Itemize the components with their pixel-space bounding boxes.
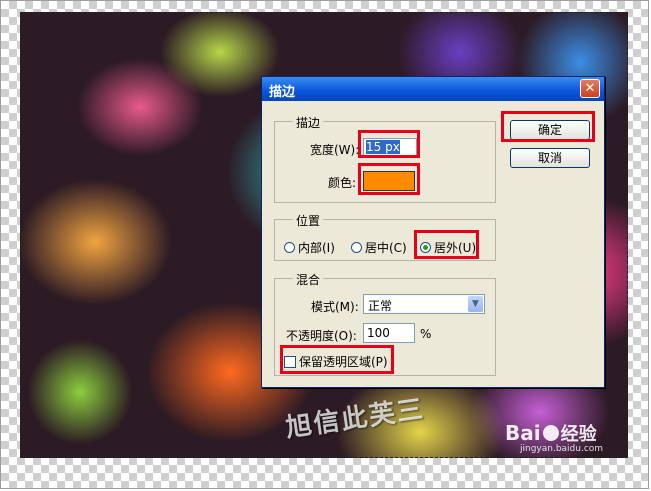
highlight-width-input bbox=[358, 130, 420, 158]
width-label: 宽度(W): bbox=[310, 143, 360, 157]
dialog-title-bar[interactable]: 描边 ✕ bbox=[262, 77, 604, 101]
brand-url: jingyan.baidu.com bbox=[520, 444, 604, 454]
cancel-button-label: 取消 bbox=[537, 151, 562, 165]
brand-text-right: 经验 bbox=[560, 424, 597, 445]
blending-group-title: 混合 bbox=[293, 271, 324, 288]
opacity-input[interactable]: 100 bbox=[363, 323, 415, 343]
dialog-title: 描边 bbox=[269, 85, 296, 100]
radio-inside[interactable]: 内部(I) bbox=[284, 239, 335, 256]
paw-icon bbox=[542, 425, 559, 441]
mode-label: 模式(M): bbox=[311, 300, 359, 314]
close-button[interactable]: ✕ bbox=[580, 79, 600, 98]
radio-center[interactable]: 居中(C) bbox=[351, 239, 407, 256]
mode-select[interactable]: 正常 ▼ bbox=[363, 294, 485, 314]
highlight-color-swatch bbox=[358, 163, 420, 195]
opacity-label: 不透明度(O): bbox=[286, 329, 357, 343]
radio-inside-label: 内部(I) bbox=[298, 241, 335, 255]
baidu-jingyan-logo: Bai 经验 bbox=[505, 420, 597, 446]
opacity-unit: % bbox=[420, 327, 432, 341]
brand-text-left: Bai bbox=[505, 421, 541, 445]
stroke-group-title: 描边 bbox=[293, 114, 324, 131]
highlight-preserve-checkbox bbox=[280, 345, 394, 374]
color-label: 颜色: bbox=[328, 176, 357, 190]
close-icon: ✕ bbox=[584, 81, 596, 96]
cancel-button[interactable]: 取消 bbox=[510, 148, 590, 168]
highlight-outside-radio bbox=[414, 230, 479, 259]
chevron-down-icon[interactable]: ▼ bbox=[468, 296, 483, 312]
mode-value: 正常 bbox=[368, 299, 393, 313]
radio-center-dot bbox=[351, 242, 362, 253]
radio-inside-dot bbox=[284, 242, 295, 253]
opacity-value: 100 bbox=[367, 326, 390, 340]
radio-center-label: 居中(C) bbox=[365, 241, 407, 255]
highlight-ok-button bbox=[501, 111, 595, 142]
location-group-title: 位置 bbox=[293, 212, 324, 229]
